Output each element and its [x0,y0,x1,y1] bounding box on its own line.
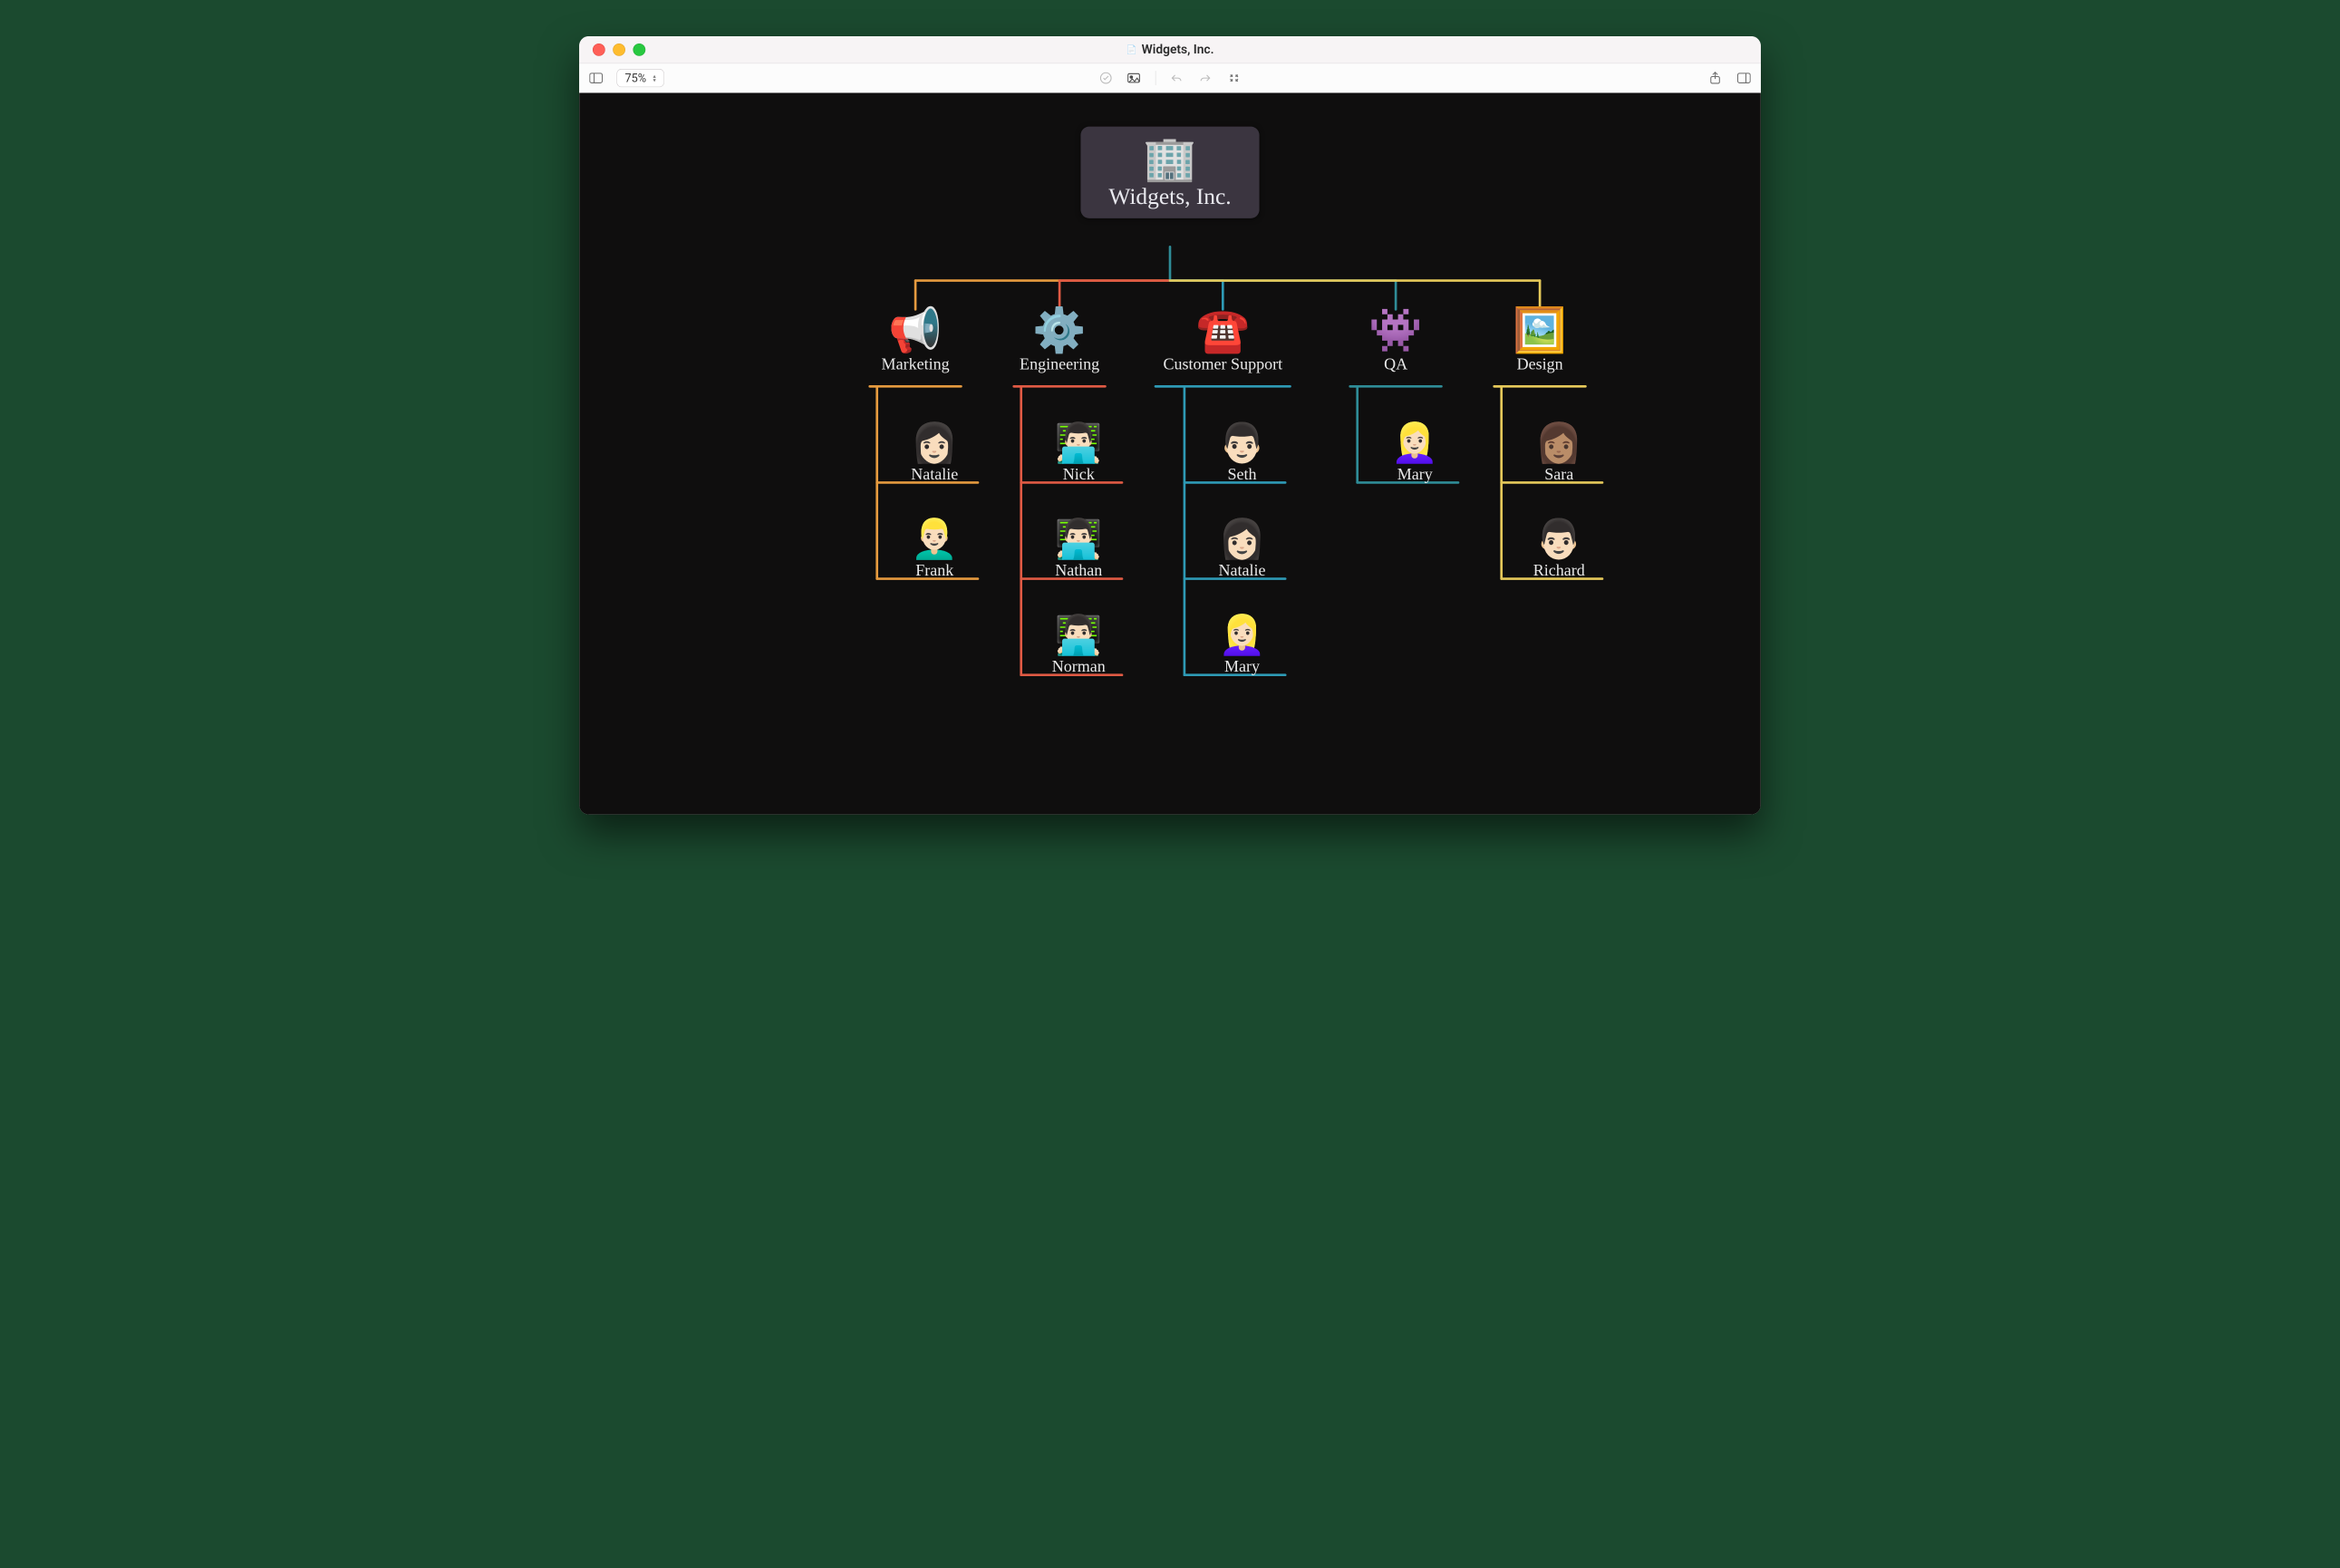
person-name: Richard [1511,562,1607,580]
dept-label: Engineering [1011,355,1107,373]
dept-node-design[interactable]: 🖼️ Design [1492,309,1588,373]
engineering-icon: ⚙️ [1011,309,1107,353]
share-button[interactable] [1707,70,1724,86]
org-root-name: Widgets, Inc. [1093,183,1247,209]
close-window-button[interactable] [593,44,605,56]
person-name: Nick [1030,466,1126,484]
window-controls [579,44,645,56]
dept-label: Customer Support [1151,355,1295,373]
media-tool-button[interactable] [1126,70,1143,86]
avatar-icon: 👩🏽 [1511,424,1607,462]
checkmark-tool-button[interactable] [1097,70,1114,86]
person-node[interactable]: 👨🏻‍💻 Nathan [1030,520,1126,580]
dept-label: Marketing [867,355,963,373]
person-name: Sara [1511,466,1607,484]
avatar-icon: 👩🏻 [886,424,982,462]
person-name: Mary [1367,466,1463,484]
support-icon: ☎️ [1151,309,1295,353]
dept-label: QA [1348,355,1444,373]
person-name: Nathan [1030,562,1126,580]
person-node[interactable]: 👱🏻‍♀️ Mary [1194,616,1291,676]
person-name: Seth [1194,466,1291,484]
design-icon: 🖼️ [1492,309,1588,353]
qa-icon: 👾 [1348,309,1444,353]
marketing-icon: 📢 [867,309,963,353]
dept-node-marketing[interactable]: 📢 Marketing [867,309,963,373]
titlebar: 📄 Widgets, Inc. [579,36,1761,63]
dept-node-qa[interactable]: 👾 QA [1348,309,1444,373]
stepper-arrows-icon: ▴▾ [653,74,655,82]
zoom-select[interactable]: 75% ▴▾ [616,69,663,87]
document-icon: 📄 [1126,44,1136,54]
toolbar: 75% ▴▾ [579,63,1761,92]
redo-button[interactable] [1197,70,1214,86]
avatar-icon: 👱🏻‍♀️ [1194,616,1291,654]
diagram-canvas[interactable]: 🏢 Widgets, Inc. 📢 Marketing 👩🏻 Natalie 👱… [579,93,1761,815]
avatar-icon: 👨🏻 [1194,424,1291,462]
person-node[interactable]: 👩🏻 Natalie [886,424,982,484]
avatar-icon: 👩🏻 [1194,520,1291,558]
avatar-icon: 👨🏻‍💻 [1030,520,1126,558]
person-name: Norman [1030,658,1126,676]
person-node[interactable]: 👨🏻‍💻 Norman [1030,616,1126,676]
document-title: 📄 Widgets, Inc. [579,36,1761,63]
person-node[interactable]: 👩🏻 Natalie [1194,520,1291,580]
collapse-button[interactable] [1226,70,1243,86]
dept-node-engineering[interactable]: ⚙️ Engineering [1011,309,1107,373]
person-node[interactable]: 👨🏻 Seth [1194,424,1291,484]
sidebar-toggle-button[interactable] [588,70,604,86]
undo-button[interactable] [1168,70,1185,86]
app-window: 📄 Widgets, Inc. 75% ▴▾ [579,36,1761,815]
building-icon: 🏢 [1093,137,1247,180]
person-name: Natalie [886,466,982,484]
dept-node-support[interactable]: ☎️ Customer Support [1151,309,1295,373]
avatar-icon: 👨🏻 [1511,520,1607,558]
person-name: Frank [886,562,982,580]
person-name: Natalie [1194,562,1291,580]
document-title-text: Widgets, Inc. [1142,43,1214,57]
zoom-value: 75% [624,72,646,85]
dept-label: Design [1492,355,1588,373]
person-node[interactable]: 👩🏽 Sara [1511,424,1607,484]
person-node[interactable]: 👨🏻 Richard [1511,520,1607,580]
fullscreen-window-button[interactable] [633,44,645,56]
avatar-icon: 👨🏻‍💻 [1030,616,1126,654]
person-name: Mary [1194,658,1291,676]
person-node[interactable]: 👱🏻‍♂️ Frank [886,520,982,580]
toolbar-divider [1155,71,1156,85]
org-root-node[interactable]: 🏢 Widgets, Inc. [1080,127,1259,218]
panel-toggle-button[interactable] [1736,70,1752,86]
minimize-window-button[interactable] [613,44,625,56]
avatar-icon: 👱🏻‍♂️ [886,520,982,558]
person-node[interactable]: 👱🏻‍♀️ Mary [1367,424,1463,484]
avatar-icon: 👱🏻‍♀️ [1367,424,1463,462]
avatar-icon: 👨🏻‍💻 [1030,424,1126,462]
person-node[interactable]: 👨🏻‍💻 Nick [1030,424,1126,484]
